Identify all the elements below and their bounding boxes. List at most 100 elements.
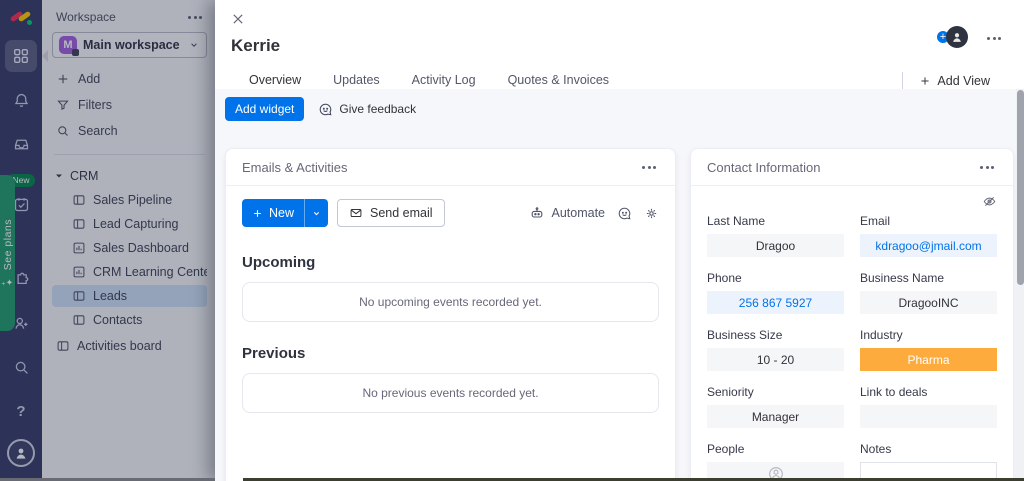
emails-panel-menu-dots-icon[interactable] [639, 163, 659, 172]
crm-group-label: CRM [70, 169, 99, 183]
dashboard-icon [73, 266, 85, 278]
hidden-fields-eye-off-icon[interactable] [982, 194, 997, 209]
sidebar-item-label: Sales Pipeline [93, 193, 173, 207]
board-icon [57, 341, 69, 351]
sidebar-search-button[interactable]: Search [52, 120, 207, 142]
page-scrollbar[interactable] [1016, 89, 1024, 481]
search-icon [58, 126, 68, 136]
upcoming-empty-state: No upcoming events recorded yet. [242, 282, 659, 322]
phone-cell[interactable]: 256 867 5927 [707, 291, 844, 314]
user-avatar[interactable] [7, 439, 35, 467]
sidebar-item-sales-pipeline[interactable]: Sales Pipeline [52, 189, 207, 211]
board-icon [73, 315, 85, 325]
board-icon [73, 291, 85, 301]
email-cell[interactable]: kdragoo@jmail.com [860, 234, 997, 257]
field-link-to-deals: Link to deals [860, 385, 997, 428]
field-business-name: Business Name DragooINC [860, 271, 997, 314]
field-label: Industry [860, 328, 903, 342]
person-icon [953, 33, 961, 42]
sidebar-search-label: Search [78, 124, 118, 138]
workspace-label: Workspace [56, 10, 116, 24]
emails-activities-panel: Emails & Activities New Send email Autom… [225, 148, 676, 481]
envelope-icon [350, 209, 362, 217]
chevron-down-icon [313, 211, 320, 215]
link-to-deals-cell[interactable] [860, 405, 997, 428]
previous-empty-state: No previous events recorded yet. [242, 373, 659, 413]
new-button-label: New [269, 206, 295, 220]
automate-label: Automate [551, 206, 605, 220]
contact-information-panel: Contact Information Last Name Dragoo Ema… [690, 148, 1014, 481]
card-menu-dots-icon[interactable] [984, 34, 1004, 43]
help-icon[interactable]: ? [5, 395, 37, 427]
sidebar-item-label: CRM Learning Center [93, 265, 207, 279]
feedback-bubble-icon[interactable] [617, 206, 632, 221]
sidebar-item-label: Contacts [93, 313, 143, 327]
field-label: Phone [707, 271, 742, 285]
workspace-avatar: M [59, 36, 79, 56]
item-title: Kerrie [231, 36, 281, 55]
emails-panel-title: Emails & Activities [242, 159, 348, 175]
workspace-selector[interactable]: M Main workspace [52, 32, 207, 58]
sidebar-item-sales-dashboard[interactable]: Sales Dashboard [52, 237, 207, 259]
field-last-name: Last Name Dragoo [707, 214, 844, 257]
board-icon [73, 219, 85, 229]
field-label: Business Name [860, 271, 945, 285]
sparkle-icon: ✦⁺ [1, 276, 14, 287]
sidebar-group-crm[interactable]: CRM [52, 165, 207, 187]
sidebar-collapse-arrow[interactable] [42, 50, 48, 62]
sidebar-add-button[interactable]: Add [52, 68, 207, 90]
sidebar-item-leads[interactable]: Leads [52, 285, 207, 307]
send-email-button[interactable]: Send email [337, 199, 445, 227]
field-label: Email [860, 214, 891, 228]
see-plans-tab[interactable]: See plans ✦⁺ [0, 175, 15, 331]
robot-icon [532, 207, 543, 218]
sidebar-item-lead-capturing[interactable]: Lead Capturing [52, 213, 207, 235]
automate-button[interactable]: Automate [529, 205, 605, 221]
industry-status-cell[interactable]: Pharma [860, 348, 997, 371]
work-management-icon[interactable] [5, 40, 37, 72]
global-search-icon[interactable] [5, 351, 37, 383]
workspace-menu-dots-icon[interactable] [185, 13, 205, 22]
gear-icon[interactable] [644, 206, 659, 221]
subscribers-avatar[interactable]: + [936, 26, 968, 50]
field-industry: Industry Pharma [860, 328, 997, 371]
contact-panel-title: Contact Information [707, 159, 821, 175]
add-view-button[interactable]: Add View [902, 72, 1004, 90]
dashboard-icon [73, 242, 85, 254]
plus-icon [254, 209, 261, 217]
monday-logo [9, 10, 32, 26]
field-phone: Phone 256 867 5927 [707, 271, 844, 314]
sidebar-filters-button[interactable]: Filters [52, 94, 207, 116]
close-icon[interactable] [231, 12, 245, 26]
seniority-cell[interactable]: Manager [707, 405, 844, 428]
field-seniority: Seniority Manager [707, 385, 844, 428]
card-body: Add widget Give feedback Emails & Activi… [215, 89, 1024, 481]
field-people: People [707, 442, 844, 481]
field-label: Business Size [707, 328, 783, 342]
field-label: Last Name [707, 214, 766, 228]
app-window: New ? See plans ✦⁺ Workspace M Main work… [0, 0, 1024, 481]
inbox-icon[interactable] [5, 128, 37, 160]
funnel-icon [57, 100, 69, 111]
notifications-bell-icon[interactable] [5, 84, 37, 116]
field-label: People [707, 442, 745, 456]
item-card: Kerrie + Overview Updates Activity Log Q… [215, 0, 1024, 481]
add-widget-button[interactable]: Add widget [225, 97, 305, 121]
workspace-sidebar: Workspace M Main workspace Add Filters S… [42, 0, 215, 481]
scrollbar-thumb[interactable] [1016, 90, 1024, 285]
last-name-cell[interactable]: Dragoo [707, 234, 844, 257]
add-view-label: Add View [937, 74, 990, 88]
upcoming-heading: Upcoming [242, 254, 316, 271]
chevron-down-icon [191, 43, 197, 47]
business-size-cell[interactable]: 10 - 20 [707, 348, 844, 371]
sidebar-item-activities-board[interactable]: Activities board [52, 335, 207, 357]
new-activity-button[interactable]: New [242, 199, 329, 227]
contact-panel-menu-dots-icon[interactable] [977, 163, 997, 172]
new-button-chevron[interactable] [304, 199, 328, 227]
business-name-cell[interactable]: DragooINC [860, 291, 997, 314]
sidebar-item-contacts[interactable]: Contacts [52, 309, 207, 331]
give-feedback-button[interactable]: Give feedback [318, 102, 416, 117]
sidebar-add-label: Add [78, 72, 101, 86]
sidebar-item-crm-learning-center[interactable]: CRM Learning Center [52, 261, 207, 283]
sidebar-item-label: Lead Capturing [93, 217, 179, 231]
